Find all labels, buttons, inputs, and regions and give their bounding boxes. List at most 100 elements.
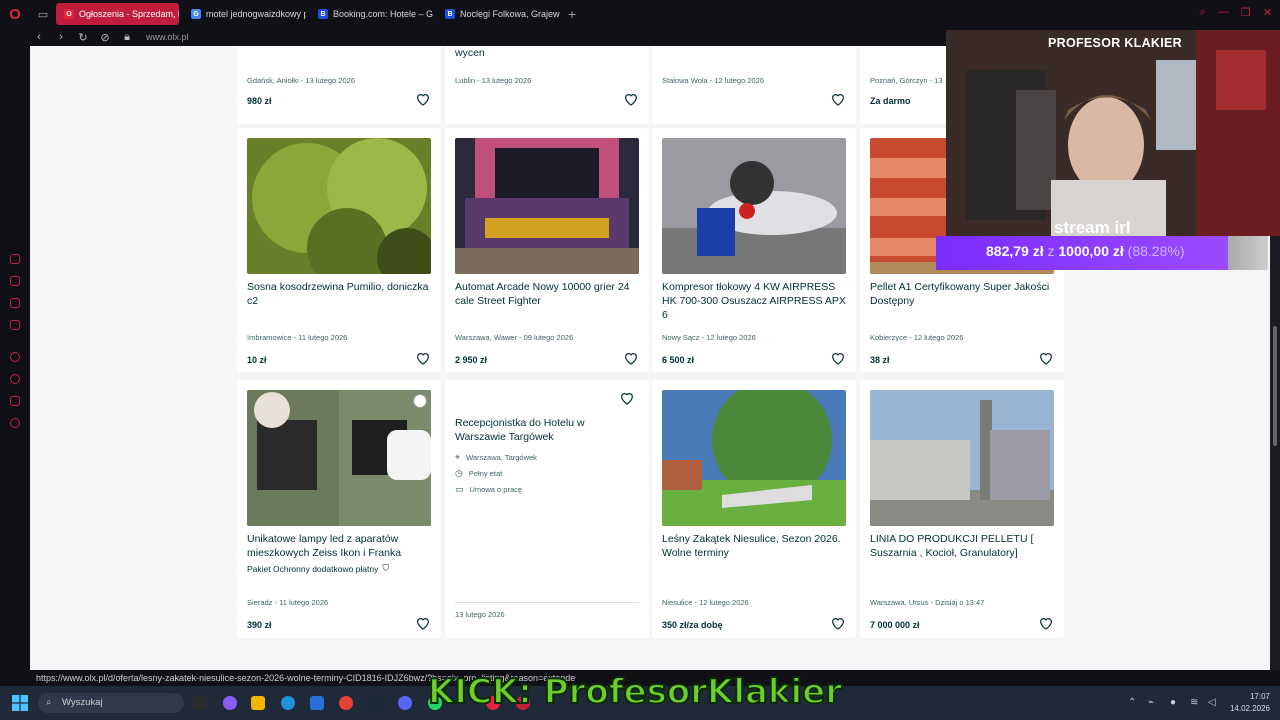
listing-title[interactable]: Kompresor tłokowy 4 KW AIRPRESS HK 700-3… — [662, 280, 848, 322]
listing-image[interactable] — [455, 138, 639, 274]
favorite-heart-icon[interactable] — [1038, 350, 1054, 366]
close-button[interactable]: ✕ — [1263, 6, 1272, 19]
windows-start-icon[interactable] — [12, 695, 28, 711]
listing-card[interactable]: Recepcjonistka do Hotelu w Warszawie Tar… — [445, 380, 649, 638]
edge-icon[interactable] — [281, 696, 295, 710]
taskbar-clock[interactable]: 17:07 14.02.2026 — [1230, 691, 1270, 715]
browser-tab[interactable]: O Ogłoszenia - Sprzedam, ku — [56, 3, 179, 25]
url-field[interactable]: www.olx.pl — [146, 32, 189, 42]
volume-icon[interactable]: ◁ — [1208, 697, 1216, 708]
scrollbar-thumb[interactable] — [1273, 326, 1277, 446]
listing-title[interactable]: Unikatowe lampy led z aparatów mieszkowy… — [247, 532, 433, 560]
favorite-heart-icon[interactable] — [415, 350, 431, 366]
listing-image[interactable] — [662, 138, 846, 274]
listing-card[interactable]: ocieplenia pianą izolacja darmowa wycen L… — [445, 46, 649, 124]
new-tab-button[interactable]: + — [568, 6, 576, 22]
listing-location: Warszawa, Ursus - Dzisiaj o 13:47 — [870, 598, 985, 607]
listing-title[interactable]: Leśny Zakątek Niesulice, Sezon 2026. Wol… — [662, 532, 848, 560]
listing-card[interactable]: Sosna kosodrzewina Pumilio, doniczka c2 I… — [237, 128, 441, 372]
sidebar-icon[interactable] — [10, 320, 20, 330]
chrome-icon[interactable] — [339, 696, 353, 710]
favorite-heart-icon[interactable] — [623, 91, 639, 107]
listing-card[interactable]: Automat Arcade Nowy 10000 grier 24 cale … — [445, 128, 649, 372]
listing-location: Niesulice - 12 lutego 2026 — [662, 598, 749, 607]
listing-title[interactable]: Pellet A1 Certyfikowany Super Jakości Do… — [870, 280, 1056, 308]
listing-title[interactable]: Automat Arcade Nowy 10000 grier 24 cale … — [455, 280, 641, 308]
tray-chevron-icon[interactable]: ⌃ — [1128, 697, 1136, 708]
listing-title[interactable]: ocieplenia pianą izolacja darmowa wycen — [455, 46, 641, 60]
job-contract-text: Umowa o pracę — [469, 485, 523, 494]
search-tabs-icon[interactable]: ⌕ — [1200, 6, 1206, 19]
streamer-name: PROFESOR KLAKIER — [1048, 36, 1182, 50]
favorite-heart-icon[interactable] — [415, 91, 431, 107]
listing-price: 38 zł — [870, 355, 890, 365]
listing-card[interactable]: mocznik saletra NPK i inneGdańsk, Aniołk… — [237, 46, 441, 124]
settings-icon[interactable] — [10, 418, 20, 428]
listing-location: Poznań, Górczyn - 13 — [870, 76, 943, 85]
taskbar-search[interactable]: ⌕ Wyszukaj — [38, 693, 184, 713]
gallery-badge-icon — [413, 394, 427, 408]
back-icon[interactable]: ‹ — [30, 31, 48, 43]
listing-card[interactable]: LINIA DO PRODUKCJI PELLETU [ Suszarnia ,… — [860, 380, 1064, 638]
tab-favicon-icon: G — [191, 9, 201, 19]
favorite-heart-icon[interactable] — [830, 615, 846, 631]
clock-icon: ◷ — [455, 468, 463, 478]
favorite-heart-icon[interactable] — [623, 350, 639, 366]
goal-separator: z — [1047, 243, 1055, 259]
clock-icon[interactable] — [10, 374, 20, 384]
donation-goal-text: 882,79 zł z 1000,00 zł (88.28%) — [986, 243, 1184, 259]
listing-location: Stalowa Wola - 12 lutego 2026 — [662, 76, 765, 85]
sidebar-icon[interactable] — [10, 276, 20, 286]
tab-title: Noclegi Folkowa, Grajewo — [460, 9, 560, 19]
goal-target: 1000,00 zł — [1058, 243, 1124, 259]
listing-title[interactable]: Sosna kosodrzewina Pumilio, doniczka c2 — [247, 280, 433, 308]
tab-favicon-icon: B — [445, 9, 455, 19]
window-controls: ⌕ — ❐ ✕ — [1200, 6, 1272, 19]
minimize-button[interactable]: — — [1218, 6, 1229, 19]
shield-icon[interactable]: ⊘ — [96, 31, 114, 44]
listing-location: Kobierzyce - 12 lutego 2026 — [870, 333, 964, 342]
store-icon[interactable] — [310, 696, 324, 710]
browser-tab[interactable]: Gmotel jednogwaizdkowy p — [183, 3, 306, 25]
favorite-heart-icon[interactable] — [619, 390, 635, 406]
listing-price: 10 zł — [247, 355, 267, 365]
sidebar-icon[interactable] — [10, 352, 20, 362]
mic-icon[interactable]: ● — [1170, 697, 1176, 708]
clock-date: 14.02.2026 — [1229, 704, 1270, 713]
webcam-image — [946, 30, 1280, 236]
listing-title[interactable]: Recepcjonistka do Hotelu w Warszawie Tar… — [455, 416, 605, 444]
task-view-icon[interactable] — [193, 696, 207, 710]
listing-location: Sieradz - 11 lutego 2026 — [247, 598, 329, 607]
sidebar-icon[interactable] — [10, 396, 20, 406]
copilot-icon[interactable] — [223, 696, 237, 710]
kick-watermark: KICK: ProfesorKlakier — [427, 671, 843, 713]
browser-tab[interactable]: B Noclegi Folkowa, Grajewo — [437, 3, 560, 25]
sidebar-icon[interactable] — [10, 254, 20, 264]
sidebar-icon[interactable] — [10, 298, 20, 308]
maximize-button[interactable]: ❐ — [1241, 6, 1251, 19]
listing-image[interactable] — [247, 390, 431, 526]
network-icon[interactable]: ⌁ — [1148, 697, 1154, 708]
forward-icon[interactable]: › — [52, 31, 70, 43]
favorite-heart-icon[interactable] — [415, 615, 431, 631]
reload-icon[interactable]: ↻ — [74, 31, 92, 44]
browser-tab[interactable]: B Booking.com: Hotele – Gr — [310, 3, 433, 25]
listing-image[interactable] — [247, 138, 431, 274]
favorite-heart-icon[interactable] — [1038, 615, 1054, 631]
file-explorer-icon[interactable] — [251, 696, 265, 710]
wifi-icon[interactable]: ≋ — [1190, 697, 1198, 708]
listing-card[interactable]: Unikatowe lampy led z aparatów mieszkowy… — [237, 380, 441, 638]
steam-icon[interactable] — [369, 696, 383, 710]
listing-card[interactable]: Kompresor tłokowy 4 KW AIRPRESS HK 700-3… — [652, 128, 856, 372]
listing-image[interactable] — [870, 390, 1054, 526]
favorite-heart-icon[interactable] — [830, 350, 846, 366]
favorite-heart-icon[interactable] — [830, 91, 846, 107]
listing-card[interactable]: Leśny Zakątek Niesulice, Sezon 2026. Wol… — [652, 380, 856, 638]
listing-title[interactable]: LINIA DO PRODUKCJI PELLETU [ Suszarnia ,… — [870, 532, 1056, 560]
workspaces-icon[interactable]: ▭ — [30, 0, 56, 28]
opera-logo-icon[interactable]: O — [0, 0, 30, 28]
listing-card[interactable]: Spieki Widia, złom HSS, Cała PolskaStalo… — [652, 46, 856, 124]
listing-image[interactable] — [662, 390, 846, 526]
discord-icon[interactable] — [398, 696, 412, 710]
listing-price: 6 500 zł — [662, 355, 695, 365]
